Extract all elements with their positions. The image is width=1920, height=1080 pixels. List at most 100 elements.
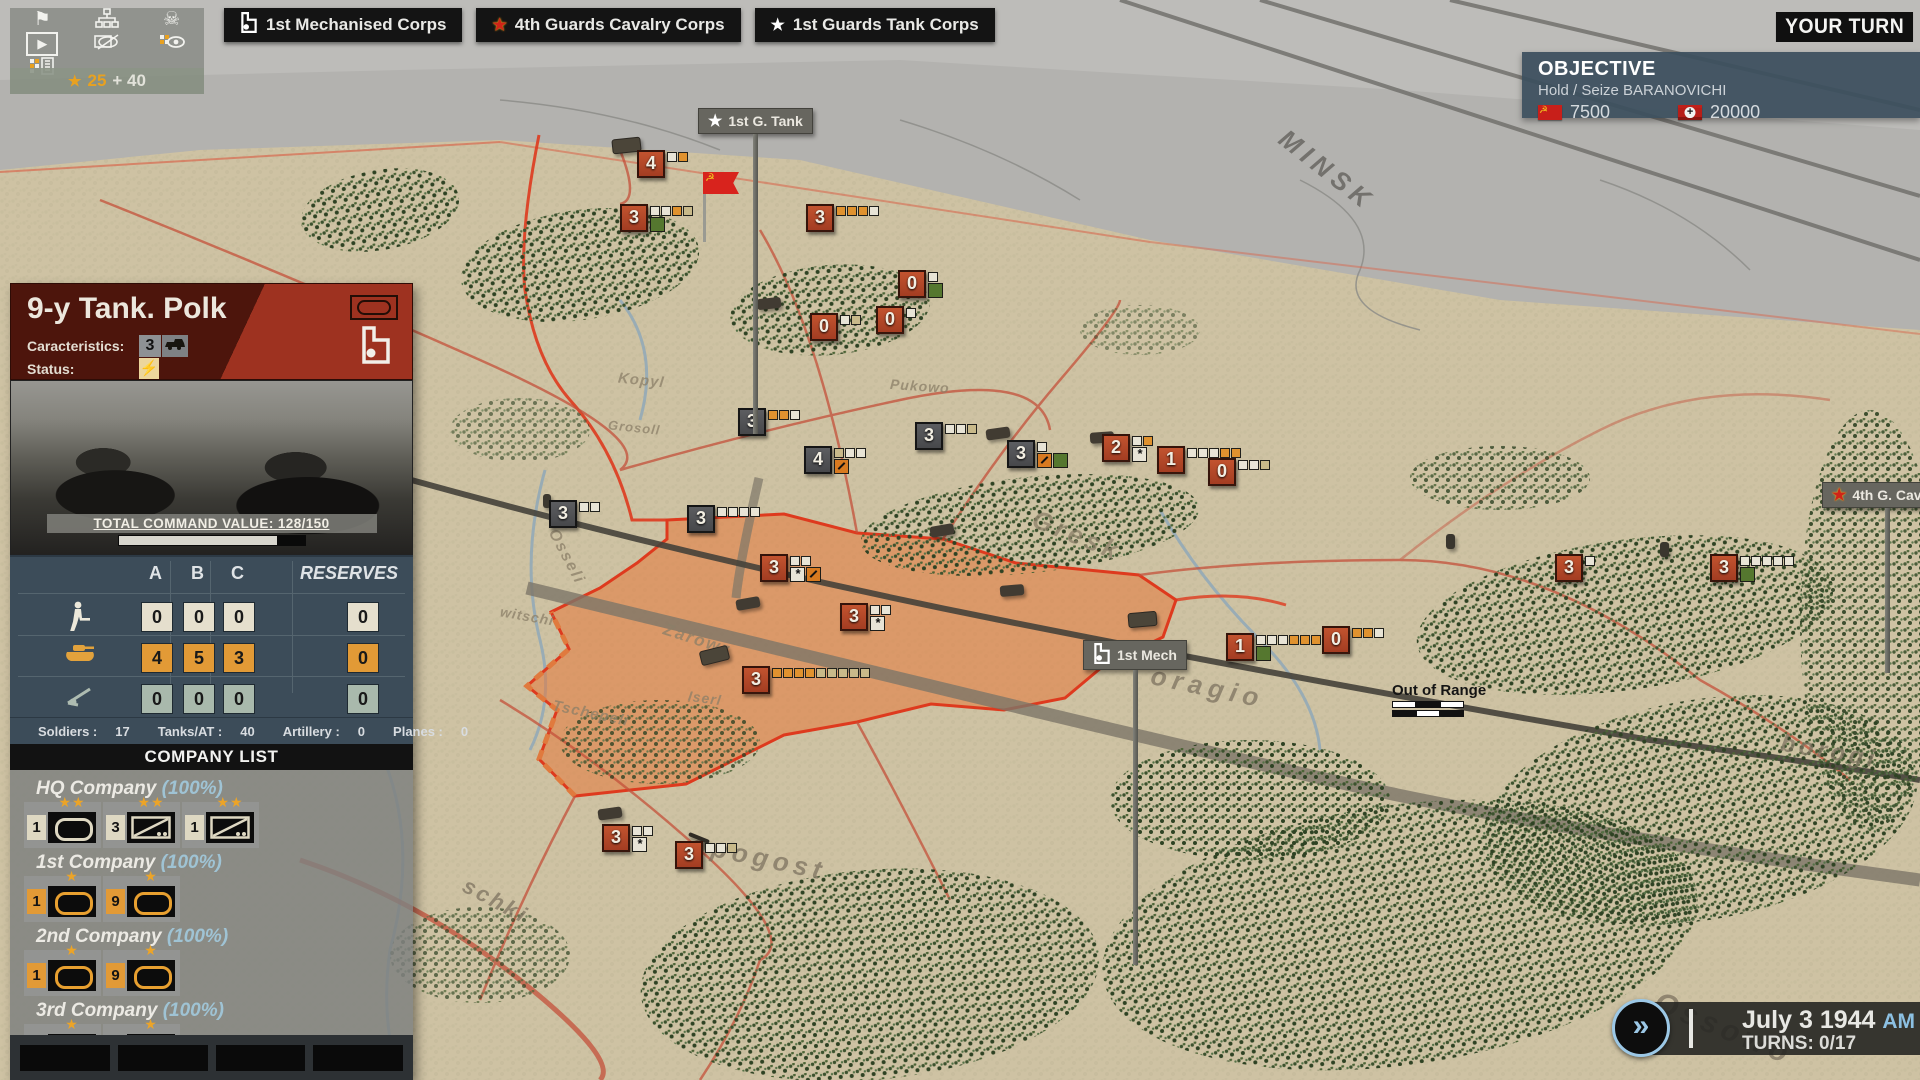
strength-cell: 0 — [141, 602, 173, 632]
unit-counter[interactable]: 0 — [810, 313, 838, 341]
company-unit-chip[interactable]: ★★ 3 — [103, 802, 180, 848]
unit-counter[interactable]: 3* — [602, 824, 630, 852]
unit-count: 3 — [106, 815, 125, 840]
truck-symbol — [127, 812, 175, 843]
unit-counter[interactable]: 3 — [1007, 440, 1035, 468]
end-turn-button[interactable]: » — [1612, 999, 1670, 1057]
objective-panel: OBJECTIVE Hold / Seize BARANOVICHI ☭ 750… — [1522, 52, 1920, 118]
strength-cell: 0 — [223, 684, 255, 714]
stat-label: Tanks/AT : — [158, 724, 223, 739]
unit-counter[interactable]: 1 — [1157, 446, 1185, 474]
veterancy-stars: ★★ — [206, 794, 254, 811]
orgchart-icon[interactable] — [92, 8, 122, 32]
unit-counter[interactable]: 3 — [675, 841, 703, 869]
score-bar: ★ 25 + 40 — [10, 68, 204, 94]
unit-counter[interactable]: 3 — [738, 408, 766, 436]
unit-counter[interactable]: 3 — [687, 505, 715, 533]
action-slot[interactable] — [118, 1045, 208, 1071]
unit-counter[interactable]: 3* — [840, 603, 868, 631]
unit-counter-strength: 0 — [885, 309, 895, 329]
entrench-icon — [806, 567, 821, 582]
unit-counter[interactable]: 3* — [760, 554, 788, 582]
unit-counter[interactable]: 0 — [1208, 458, 1236, 486]
strength-cell: 4 — [141, 643, 173, 673]
table-col-reserves: RESERVES — [300, 563, 398, 584]
star-icon: ★ — [68, 72, 81, 90]
company-unit-chip[interactable]: ★ 1 — [24, 876, 101, 922]
company-unit-chip[interactable]: ★ 9 — [103, 950, 180, 996]
aa-icon: * — [790, 567, 805, 582]
tank-symbol — [48, 812, 96, 843]
unit-counter[interactable]: 3 — [549, 500, 577, 528]
veterancy-stars: ★★ — [127, 794, 175, 811]
mech-corps-icon — [240, 12, 258, 38]
unit-counter-strength: 3 — [1016, 443, 1026, 463]
play-icon[interactable]: ▶ — [26, 32, 58, 56]
company-unit-chip[interactable]: ★ 9 — [103, 876, 180, 922]
cav-model — [1660, 542, 1669, 557]
unit-counter[interactable]: 2* — [1102, 434, 1130, 462]
corps-tab-3[interactable]: ★1st Guards Tank Corps — [755, 8, 995, 42]
unit-header: 9-y Tank. Polk Caracteristics: 3 Status:… — [10, 283, 413, 380]
turn-panel: » July 3 1944 AM TURNS: 0/17 — [1634, 1002, 1920, 1055]
unit-counter[interactable]: 0 — [1322, 626, 1350, 654]
unit-counter[interactable]: 1 — [1226, 633, 1254, 661]
unit-counter-strength: 4 — [813, 449, 823, 469]
unit-counter-strength: 0 — [1331, 629, 1341, 649]
unit-counter[interactable]: 0 — [876, 306, 904, 334]
unit-count: 1 — [27, 815, 46, 840]
strength-cell: 0 — [223, 602, 255, 632]
corps-tab-2[interactable]: ★4th Guards Cavalry Corps — [476, 8, 740, 42]
unit-counter[interactable]: 3 — [742, 666, 770, 694]
eye-pips-icon[interactable] — [157, 32, 187, 56]
stat-value: 0 — [461, 724, 468, 739]
action-slot[interactable] — [313, 1045, 403, 1071]
flag-icon[interactable]: ⚑ — [27, 8, 57, 32]
unit-count: 9 — [106, 889, 125, 914]
unit-count: 1 — [185, 815, 204, 840]
company-unit-chip[interactable]: ★★ 1 — [182, 802, 259, 848]
objective-enemy-value: 20000 — [1710, 102, 1760, 123]
company-unit-chip[interactable]: ★★ 1 — [24, 802, 101, 848]
unit-counter-strength: 3 — [1564, 557, 1574, 577]
action-slot[interactable] — [20, 1045, 110, 1071]
stat-label: Soldiers : — [38, 724, 97, 739]
veterancy-stars: ★★ — [48, 794, 96, 811]
unit-counter[interactable]: 4 — [637, 150, 665, 178]
unit-counter-strength: 3 — [751, 669, 761, 689]
tcv-bar — [118, 535, 306, 546]
stat-value: 17 — [115, 724, 129, 739]
tank-symbol — [127, 960, 175, 991]
stat-value: 0 — [358, 724, 365, 739]
mech-corps-icon — [360, 326, 392, 369]
soviet-flag-icon: ☭ — [1538, 105, 1562, 120]
veterancy-stars: ★ — [48, 868, 96, 885]
unit-counter-strength: 2 — [1111, 437, 1121, 457]
unit-counter[interactable]: 0 — [898, 270, 926, 298]
action-slot[interactable] — [216, 1045, 306, 1071]
map-billboard[interactable]: ★4th G. Cava... — [1822, 482, 1920, 508]
action-slot-bar — [10, 1035, 413, 1080]
map-billboard[interactable]: ★1st G. Tank — [698, 108, 813, 134]
out-of-range-label: Out of Range — [1392, 682, 1486, 717]
hidden-eye-icon[interactable] — [92, 32, 122, 56]
company-unit-chip[interactable]: ★ 1 — [24, 950, 101, 996]
unit-counter[interactable]: 3 — [915, 422, 943, 450]
strength-cell: 5 — [183, 643, 215, 673]
corps-tab-1[interactable]: 1st Mechanised Corps — [224, 8, 462, 42]
turns-label: TURNS: 0/17 — [1742, 1033, 1912, 1055]
unit-counter-strength: 1 — [1166, 449, 1176, 469]
unit-counter[interactable]: 3 — [1710, 554, 1738, 582]
unit-counter-strength: 1 — [1235, 636, 1245, 656]
unit-counter-strength: 0 — [1217, 461, 1227, 481]
unit-info-panel: 9-y Tank. Polk Caracteristics: 3 Status:… — [10, 283, 413, 1080]
skull-icon[interactable]: ☠ — [157, 8, 187, 32]
unit-counter[interactable]: 4 — [804, 446, 832, 474]
green-flag-icon — [650, 217, 665, 232]
map-billboard[interactable]: 1st Mech — [1083, 640, 1187, 670]
unit-counter[interactable]: 3 — [806, 204, 834, 232]
unit-counter[interactable]: 3 — [1555, 554, 1583, 582]
unit-photo: TOTAL COMMAND VALUE: 128/150 — [10, 380, 413, 555]
unit-counter[interactable]: 3 — [620, 204, 648, 232]
veterancy-stars: ★ — [127, 942, 175, 959]
